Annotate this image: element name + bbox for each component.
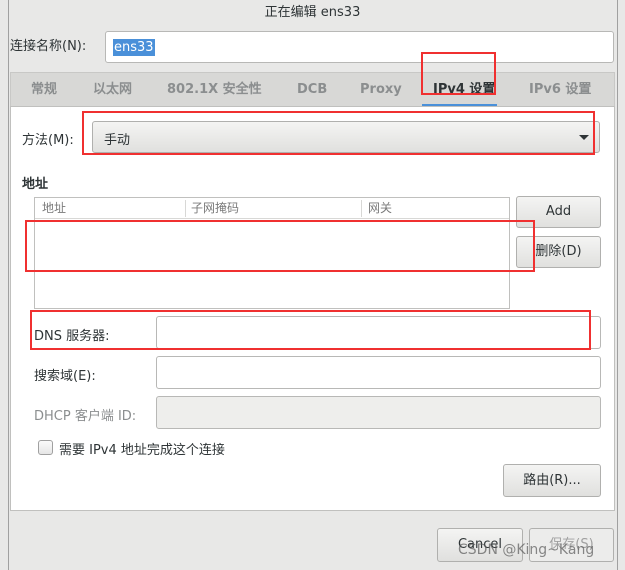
watermark: CSDN @King~Kang <box>458 542 595 558</box>
annotation-box-address <box>25 220 535 272</box>
annotation-box-ipv4-tab <box>421 52 496 95</box>
column-divider <box>361 200 362 217</box>
search-domain-input[interactable] <box>156 356 601 389</box>
tab-general[interactable]: 常规 <box>31 73 57 106</box>
tab-proxy[interactable]: Proxy <box>360 73 402 106</box>
tab-bar: 常规 以太网 802.1X 安全性 DCB Proxy IPv4 设置 IPv6… <box>10 72 615 107</box>
dialog-title: 正在编辑 ens33 <box>264 5 361 20</box>
column-address[interactable]: 地址 <box>42 198 66 218</box>
tab-8021x-security[interactable]: 802.1X 安全性 <box>167 73 262 106</box>
connection-name-value: ens33 <box>113 39 155 56</box>
search-domain-label: 搜索域(E): <box>34 369 96 384</box>
routes-button[interactable]: 路由(R)... <box>503 464 601 497</box>
require-ipv4-checkbox[interactable] <box>38 440 53 455</box>
annotation-box-method <box>82 111 595 155</box>
connection-name-label: 连接名称(N): <box>10 39 87 54</box>
tab-ipv6-settings[interactable]: IPv6 设置 <box>529 73 591 106</box>
address-section-title: 地址 <box>22 177 49 192</box>
tab-ethernet[interactable]: 以太网 <box>93 73 132 106</box>
dhcp-client-id-input[interactable] <box>156 396 601 429</box>
dhcp-client-id-label: DHCP 客户端 ID: <box>34 409 137 424</box>
method-label: 方法(M): <box>22 133 74 148</box>
column-gateway[interactable]: 网关 <box>368 198 392 218</box>
column-divider <box>185 200 186 217</box>
connection-name-input[interactable]: ens33 <box>105 31 614 63</box>
tab-dcb[interactable]: DCB <box>297 73 327 106</box>
require-ipv4-label: 需要 IPv4 地址完成这个连接 <box>59 443 225 458</box>
annotation-box-dns <box>30 310 591 350</box>
column-netmask[interactable]: 子网掩码 <box>191 198 239 218</box>
address-table-header: 地址 子网掩码 网关 <box>35 198 509 219</box>
